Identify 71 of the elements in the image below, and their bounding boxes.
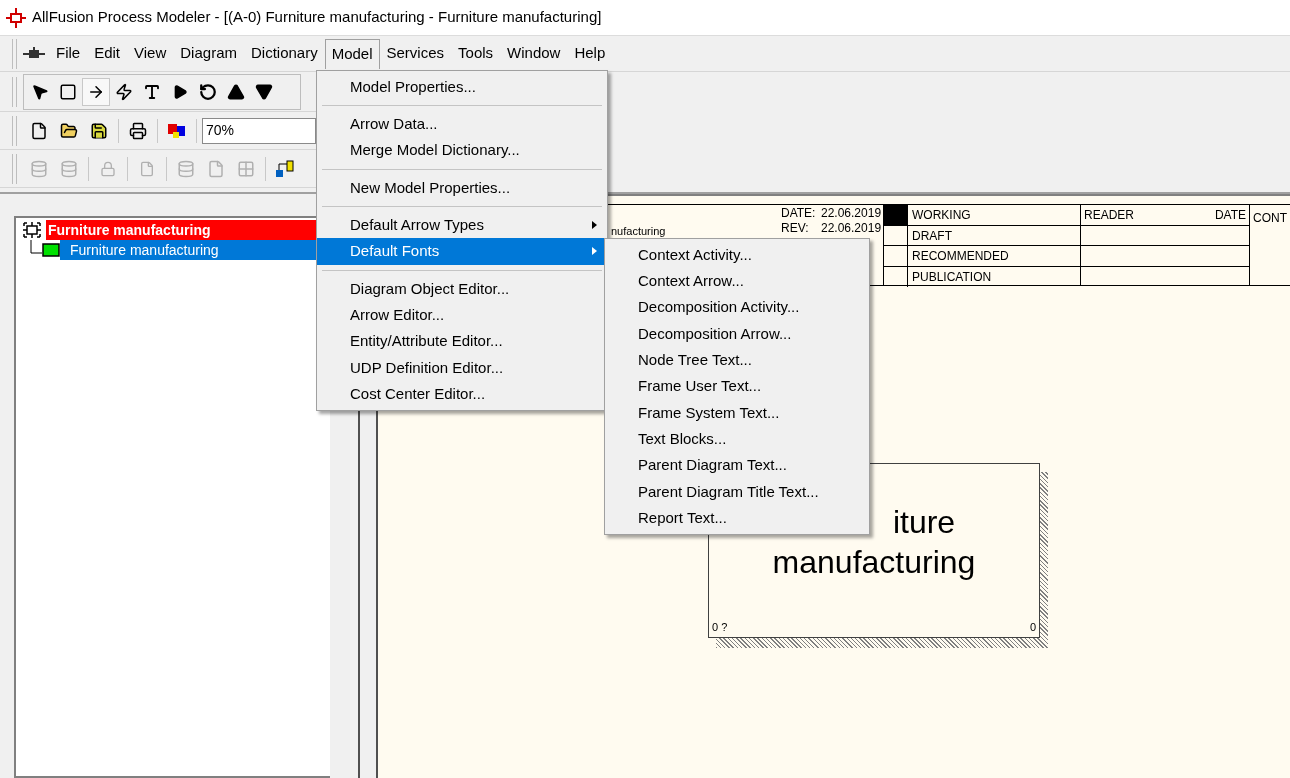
- menu-bar-item[interactable]: Dictionary: [243, 38, 325, 69]
- menu-bar-item[interactable]: View: [127, 38, 174, 69]
- menu-bar-item[interactable]: Model: [324, 38, 380, 69]
- project-text: nufacturing: [611, 225, 666, 237]
- menu-bar-item[interactable]: Diagram: [173, 38, 244, 69]
- menu-item[interactable]: Cost Center Editor...: [317, 380, 607, 408]
- menu-bar-item[interactable]: Help: [567, 38, 613, 69]
- menu-item[interactable]: Default Fonts: [317, 238, 607, 265]
- print-icon: [129, 121, 147, 140]
- down-triangle-icon: [255, 82, 273, 101]
- rev-value: 22.06.2019: [821, 222, 882, 235]
- menu-item[interactable]: Decomposition Arrow...: [605, 320, 869, 348]
- menu-item[interactable]: Text Blocks...: [605, 426, 869, 453]
- rectangle-icon: [59, 82, 77, 101]
- activity-name: iture: [891, 503, 956, 542]
- lock-icon: [100, 160, 116, 177]
- menu-item[interactable]: Frame User Text...: [605, 373, 869, 400]
- lightning-icon: [115, 82, 133, 101]
- menu-item[interactable]: New Model Properties...: [317, 174, 607, 202]
- menu-bar-item[interactable]: Services: [379, 38, 452, 69]
- new-document-icon: [30, 121, 48, 140]
- menu-item[interactable]: Model Properties...: [317, 74, 607, 101]
- play-icon: [172, 83, 188, 100]
- save-icon: [90, 121, 108, 140]
- status-label: WORKING: [911, 207, 971, 224]
- status-label: PUBLICATION: [911, 268, 992, 286]
- menu-item[interactable]: Merge Model Dictionary...: [317, 137, 607, 164]
- status-label: DRAFT: [911, 227, 952, 245]
- menu-bar-item[interactable]: Tools: [451, 38, 501, 69]
- open-folder-icon: [60, 121, 78, 140]
- menu-item[interactable]: Decomposition Activity...: [605, 294, 869, 321]
- zoom-combo[interactable]: 70%: [202, 117, 316, 144]
- activity-number: 0: [1029, 619, 1036, 635]
- date-value: 22.06.2019: [821, 207, 882, 220]
- menu-item[interactable]: Context Arrow...: [605, 268, 869, 295]
- text-icon: [143, 82, 161, 101]
- up-triangle-icon: [227, 82, 245, 101]
- activity-node-icon: [42, 243, 60, 257]
- grid-icon: [237, 159, 255, 178]
- date-label: DATE:: [781, 207, 816, 220]
- submenu-arrow-icon: [592, 247, 597, 256]
- status-label: RECOMMENDED: [911, 248, 1009, 265]
- menu-item[interactable]: Diagram Object Editor...: [317, 275, 607, 303]
- app-logo-icon: [6, 7, 26, 28]
- link-icon: [275, 158, 295, 179]
- menu-item[interactable]: Context Activity...: [605, 242, 869, 269]
- menu-item[interactable]: Parent Diagram Title Text...: [605, 478, 869, 505]
- rev-label: REV:: [781, 222, 809, 235]
- pointer-icon: [31, 82, 49, 101]
- menu-item[interactable]: Node Tree Text...: [605, 347, 869, 374]
- menu-item[interactable]: Arrow Data...: [317, 111, 607, 138]
- menu-item[interactable]: Entity/Attribute Editor...: [317, 328, 607, 355]
- reader-date-label: DATE: [1214, 207, 1246, 224]
- context-label: CONT: [1253, 211, 1287, 225]
- menu-bar-item[interactable]: Edit: [87, 38, 128, 69]
- color-squares-icon: [166, 121, 188, 140]
- arrow-tool[interactable]: [82, 77, 110, 106]
- menu-item[interactable]: Arrow Editor...: [317, 302, 607, 329]
- menu-item[interactable]: Report Text...: [605, 504, 869, 532]
- menu-item[interactable]: UDP Definition Editor...: [317, 354, 607, 381]
- submenu-arrow-icon: [592, 221, 597, 230]
- menu-item[interactable]: Frame System Text...: [605, 399, 869, 427]
- menu-item[interactable]: Parent Diagram Text...: [605, 452, 869, 479]
- reader-label: READER: [1084, 207, 1134, 224]
- menu-bar-item[interactable]: Window: [500, 38, 568, 69]
- window-title: AllFusion Process Modeler - [(A-0) Furniture manufacturing - Furniture manufacturing]: [32, 7, 602, 28]
- rotate-icon: [199, 82, 217, 101]
- menu-bar-item[interactable]: File: [49, 38, 88, 69]
- diagram-node-icon: [22, 221, 42, 239]
- activity-name: manufacturing: [772, 543, 976, 582]
- activity-left-label: 0 ?: [712, 619, 728, 635]
